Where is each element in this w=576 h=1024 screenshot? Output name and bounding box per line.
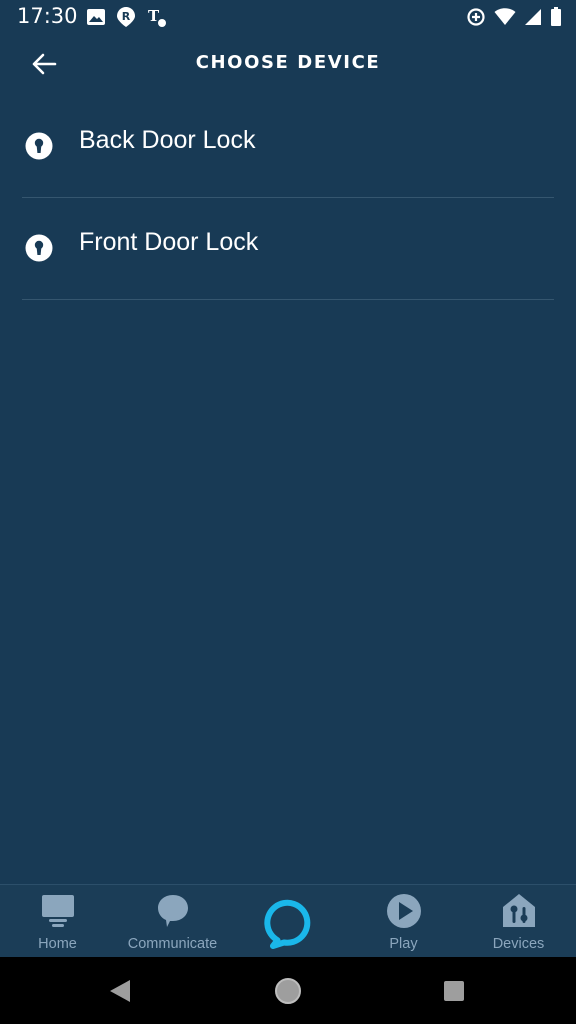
header: CHOOSE DEVICE	[0, 34, 576, 96]
device-row-back-door-lock[interactable]: Back Door Lock	[0, 96, 576, 198]
lock-icon	[25, 234, 53, 262]
status-bar: 17:30 R T	[0, 0, 576, 34]
system-nav	[0, 957, 576, 1024]
screen: 17:30 R T CHOOSE DEVICE Back Door Lock F…	[0, 0, 576, 1024]
home-icon	[41, 895, 74, 927]
nav-devices[interactable]: Devices	[461, 885, 576, 958]
nav-label: Home	[38, 936, 77, 952]
bottom-nav: Home Communicate Play Devices	[0, 884, 576, 958]
status-left-icons: R T	[86, 6, 168, 28]
image-icon	[86, 8, 106, 26]
device-label: Back Door Lock	[79, 126, 256, 154]
nav-label: Communicate	[127, 936, 218, 952]
status-right-icons	[466, 6, 562, 28]
play-icon	[386, 894, 421, 928]
status-time: 17:30	[17, 4, 78, 28]
wifi-icon	[494, 8, 516, 26]
divider	[22, 299, 554, 300]
nav-home[interactable]: Home	[0, 885, 115, 958]
page-title: CHOOSE DEVICE	[195, 52, 381, 73]
svg-text:R: R	[122, 10, 131, 23]
recents-square-icon[interactable]	[440, 977, 468, 1005]
lock-icon	[25, 132, 53, 160]
t-mobile-icon: T	[146, 6, 168, 28]
device-list: Back Door Lock Front Door Lock	[0, 96, 576, 300]
nav-label: Devices	[492, 936, 545, 952]
nav-label: Play	[389, 936, 418, 952]
home-circle-icon[interactable]	[274, 977, 302, 1005]
nav-alexa-button[interactable]	[259, 897, 317, 949]
nav-play[interactable]: Play	[346, 885, 461, 958]
signal-icon	[524, 8, 542, 26]
device-label: Front Door Lock	[79, 228, 259, 256]
devices-house-icon	[502, 894, 535, 927]
nav-communicate[interactable]: Communicate	[115, 885, 230, 958]
battery-icon	[550, 7, 562, 27]
data-saver-icon	[466, 7, 486, 27]
alexa-ring-icon	[264, 899, 311, 949]
back-triangle-icon[interactable]	[106, 977, 134, 1005]
chat-bubble-icon	[157, 895, 188, 927]
device-row-front-door-lock[interactable]: Front Door Lock	[0, 198, 576, 300]
r-badge-icon: R	[116, 6, 136, 28]
